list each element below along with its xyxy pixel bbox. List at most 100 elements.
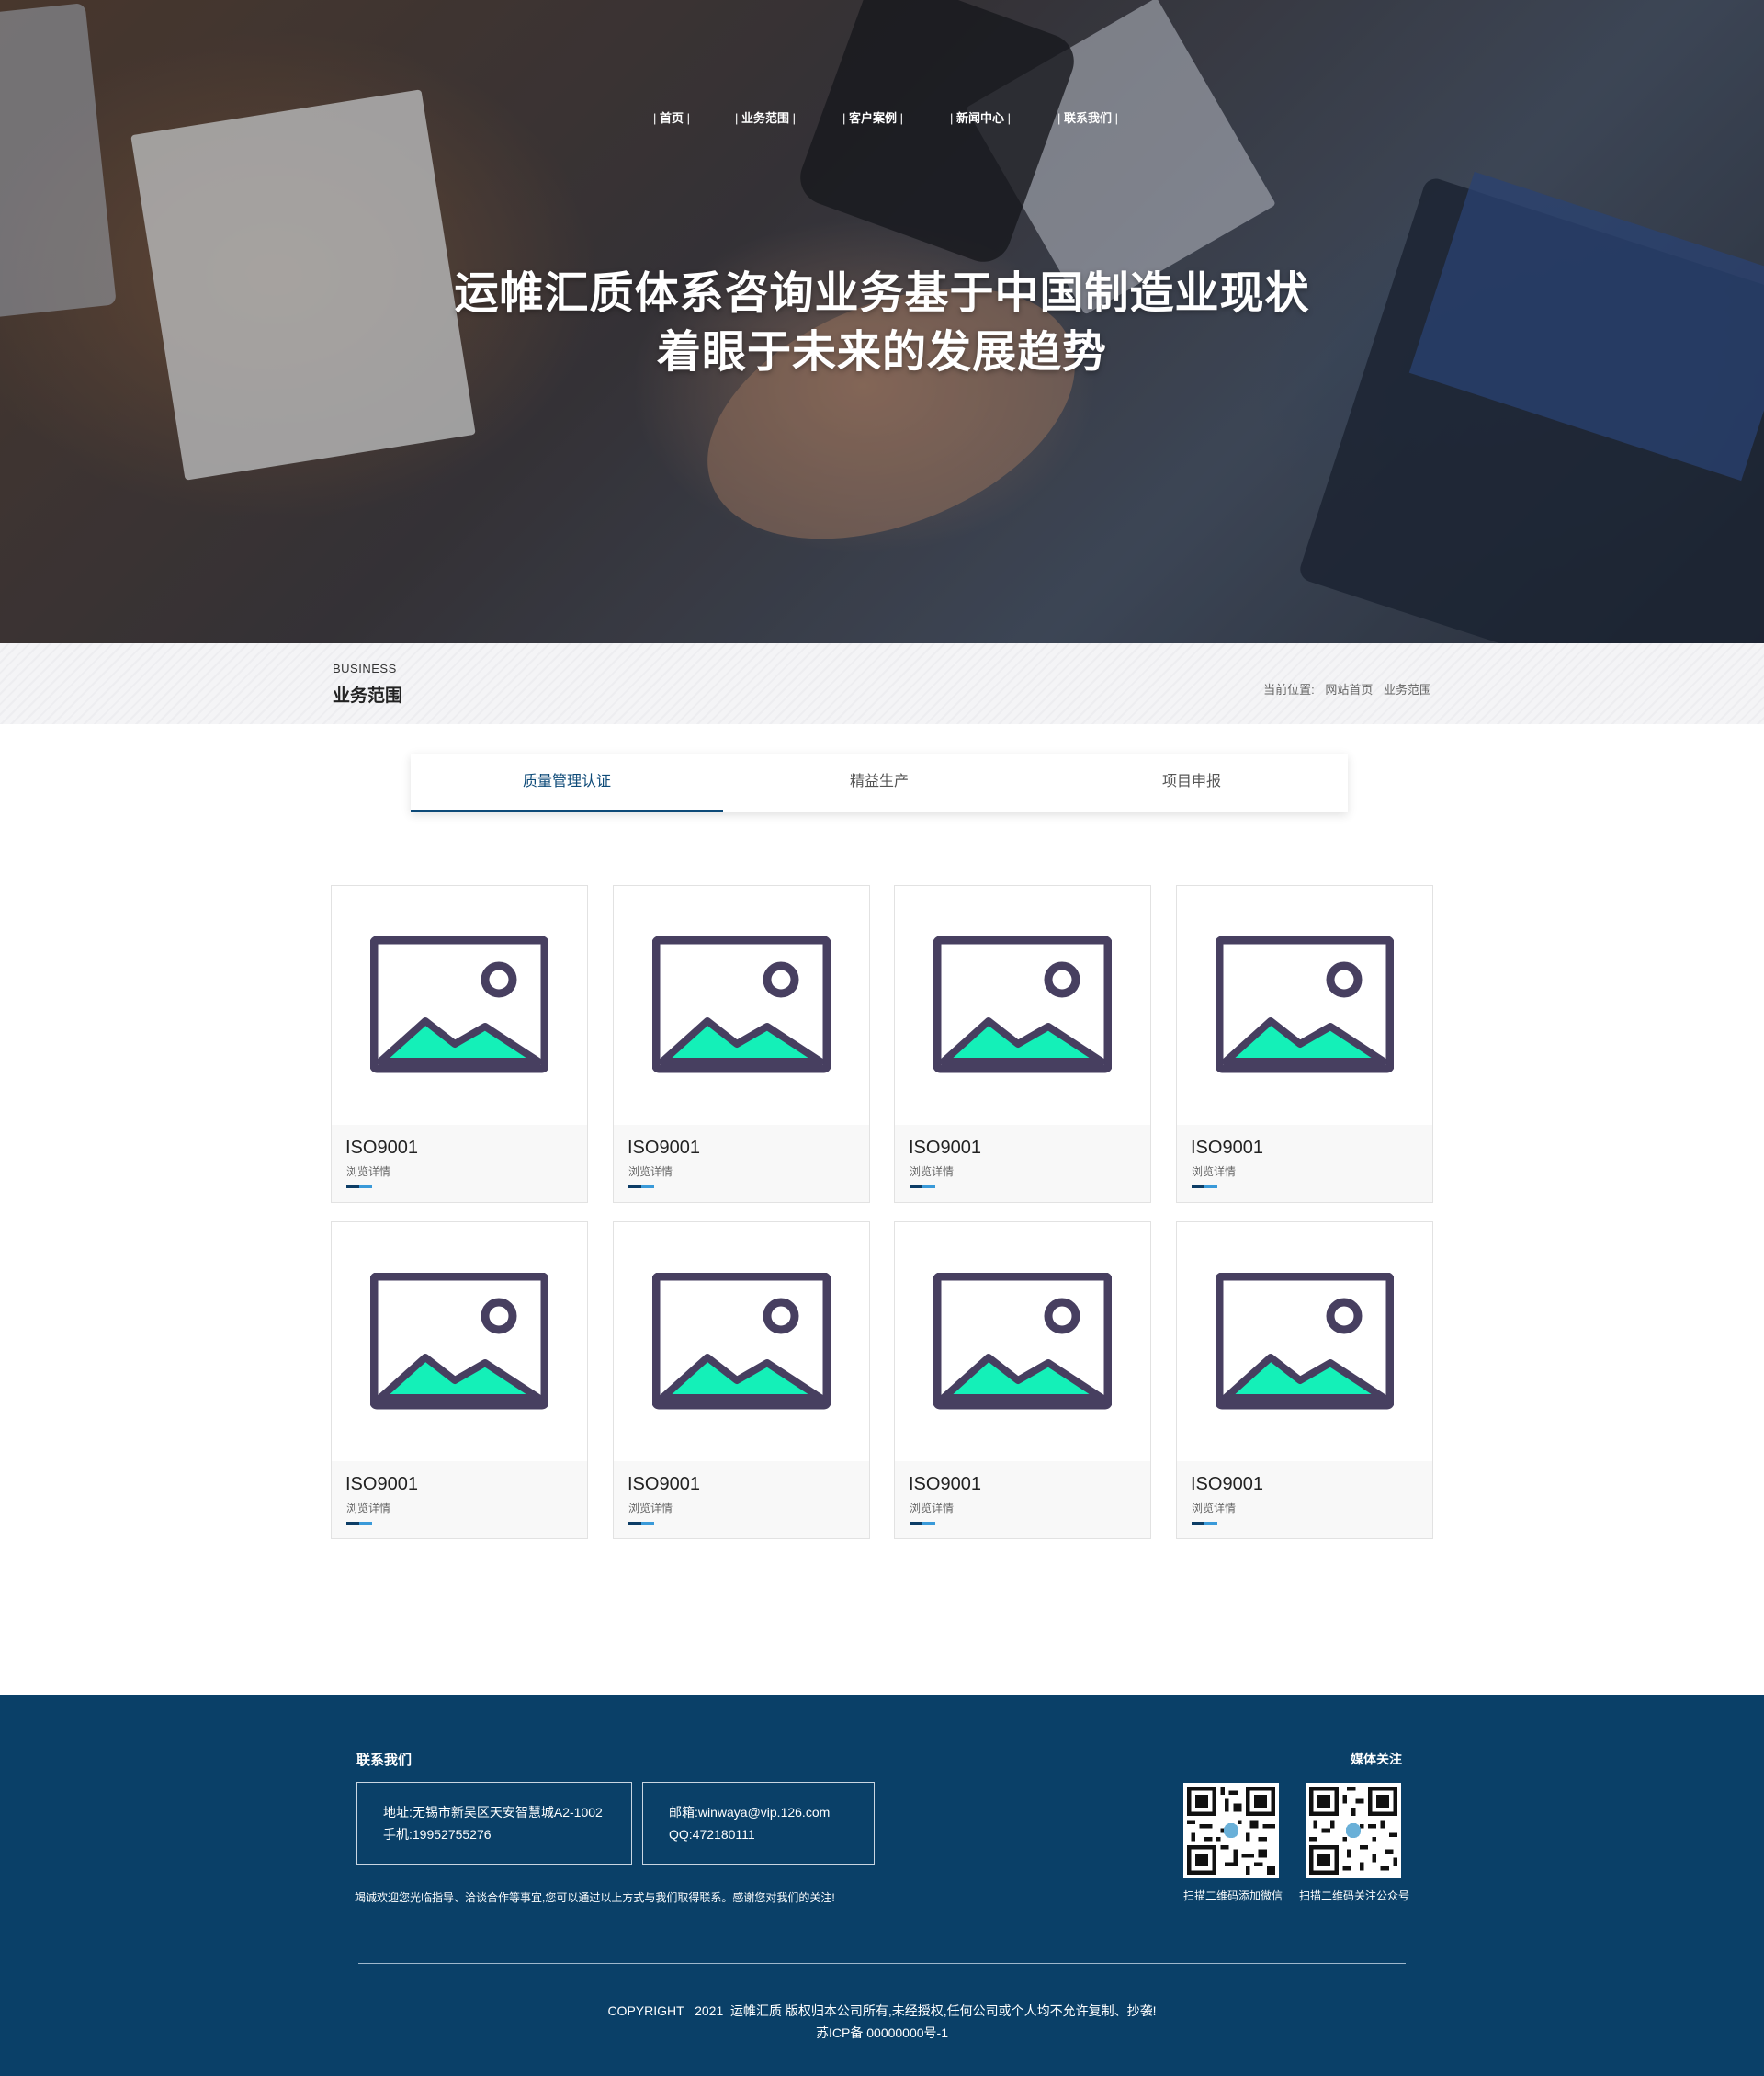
card-accent-line xyxy=(346,1522,372,1525)
nav-item-business[interactable]: | 业务范围 | xyxy=(729,108,801,125)
nav-item-label: 业务范围 xyxy=(741,111,790,125)
service-card[interactable]: ISO9001 浏览详情 xyxy=(331,885,588,1203)
card-accent-line xyxy=(1192,1185,1217,1188)
footer-contact-title: 联系我们 xyxy=(356,1753,413,1768)
card-detail-link[interactable]: 浏览详情 xyxy=(910,1500,954,1515)
image-placeholder-icon xyxy=(933,1273,1112,1410)
card-detail-link[interactable]: 浏览详情 xyxy=(1192,1500,1236,1515)
qr-code-icon xyxy=(1309,1787,1397,1875)
section-header-band: BUSINESS 业务范围 当前位置: 网站首页 业务范围 xyxy=(0,643,1764,724)
card-detail-link[interactable]: 浏览详情 xyxy=(346,1500,390,1515)
card-image xyxy=(332,1222,587,1461)
card-footer: ISO9001 浏览详情 xyxy=(1177,1461,1432,1538)
breadcrumb: 当前位置: 网站首页 业务范围 xyxy=(1260,680,1431,698)
breadcrumb-prefix: 当前位置: xyxy=(1263,683,1315,697)
service-card[interactable]: ISO9001 浏览详情 xyxy=(331,1221,588,1539)
card-title: ISO9001 xyxy=(628,1138,700,1158)
image-placeholder-icon xyxy=(1216,1273,1394,1410)
tab-lean-production[interactable]: 精益生产 xyxy=(723,754,1035,812)
qr-caption-wechat: 扫描二维码添加微信 xyxy=(1183,1889,1283,1902)
card-image xyxy=(614,886,869,1125)
service-card[interactable]: ISO9001 浏览详情 xyxy=(1176,1221,1433,1539)
nav-item-cases[interactable]: | 客户案例 | xyxy=(837,108,909,125)
card-footer: ISO9001 浏览详情 xyxy=(332,1125,587,1202)
breadcrumb-current-link[interactable]: 业务范围 xyxy=(1384,683,1431,697)
qr-code-official-account xyxy=(1306,1783,1401,1878)
card-accent-line xyxy=(910,1522,935,1525)
section-title: 业务范围 xyxy=(333,686,403,706)
service-card[interactable]: ISO9001 浏览详情 xyxy=(894,1221,1151,1539)
card-detail-link[interactable]: 浏览详情 xyxy=(628,1500,673,1515)
card-image xyxy=(895,886,1150,1125)
card-accent-line xyxy=(346,1185,372,1188)
hero-headline-line1: 运帷汇质体系咨询业务基于中国制造业现状 xyxy=(454,269,1310,318)
card-title: ISO9001 xyxy=(628,1474,700,1494)
card-footer: ISO9001 浏览详情 xyxy=(895,1461,1150,1538)
footer-copyright: COPYRIGHT 2021 运帷汇质 版权归本公司所有,未经授权,任何公司或个… xyxy=(607,2003,1157,2018)
category-tabs: 质量管理认证 精益生产 项目申报 xyxy=(411,754,1348,812)
site-footer: 联系我们 地址:无锡市新吴区天安智慧城A2-1002 手机:1995275527… xyxy=(0,1695,1764,2076)
card-title: ISO9001 xyxy=(345,1474,418,1494)
card-accent-line xyxy=(628,1185,654,1188)
tab-quality-certification[interactable]: 质量管理认证 xyxy=(411,754,723,812)
footer-email-box: 邮箱:winwaya@vip.126.com QQ:472180111 xyxy=(642,1782,875,1865)
breadcrumb-home-link[interactable]: 网站首页 xyxy=(1325,683,1373,697)
card-title: ISO9001 xyxy=(1191,1474,1263,1494)
tab-project-application[interactable]: 项目申报 xyxy=(1035,754,1348,812)
footer-email[interactable]: 邮箱:winwaya@vip.126.com xyxy=(669,1801,874,1823)
card-title: ISO9001 xyxy=(909,1138,981,1158)
hero-headline: 运帷汇质体系咨询业务基于中国制造业现状 着眼于未来的发展趋势 xyxy=(0,265,1764,382)
card-title: ISO9001 xyxy=(1191,1138,1263,1158)
image-placeholder-icon xyxy=(652,1273,831,1410)
card-image xyxy=(1177,886,1432,1125)
image-placeholder-icon xyxy=(1216,936,1394,1073)
nav-item-label: 客户案例 xyxy=(849,111,898,125)
card-accent-line xyxy=(628,1522,654,1525)
section-title-en: BUSINESS xyxy=(333,662,397,675)
footer-address: 地址:无锡市新吴区天安智慧城A2-1002 xyxy=(383,1805,603,1820)
card-footer: ISO9001 浏览详情 xyxy=(1177,1125,1432,1202)
card-footer: ISO9001 浏览详情 xyxy=(614,1125,869,1202)
qr-code-icon xyxy=(1187,1787,1275,1875)
hero-headline-line2: 着眼于未来的发展趋势 xyxy=(656,328,1107,377)
card-footer: ISO9001 浏览详情 xyxy=(332,1461,587,1538)
card-detail-link[interactable]: 浏览详情 xyxy=(628,1163,673,1179)
card-footer: ISO9001 浏览详情 xyxy=(895,1125,1150,1202)
nav-item-contact[interactable]: | 联系我们 | xyxy=(1052,108,1124,125)
service-card[interactable]: ISO9001 浏览详情 xyxy=(894,885,1151,1203)
nav-item-label: 新闻中心 xyxy=(956,111,1005,125)
image-placeholder-icon xyxy=(933,936,1112,1073)
qr-caption-official-account: 扫描二维码关注公众号 xyxy=(1299,1889,1410,1902)
card-footer: ISO9001 浏览详情 xyxy=(614,1461,869,1538)
service-card[interactable]: ISO9001 浏览详情 xyxy=(1176,885,1433,1203)
card-detail-link[interactable]: 浏览详情 xyxy=(910,1163,954,1179)
nav-item-home[interactable]: | 首页 | xyxy=(648,108,695,125)
card-image xyxy=(332,886,587,1125)
card-image xyxy=(895,1222,1150,1461)
card-detail-link[interactable]: 浏览详情 xyxy=(1192,1163,1236,1179)
nav-item-label: 首页 xyxy=(660,111,684,125)
card-accent-line xyxy=(910,1185,935,1188)
card-image xyxy=(614,1222,869,1461)
footer-phone: 手机:19952755276 xyxy=(383,1827,492,1842)
card-title: ISO9001 xyxy=(909,1474,981,1494)
footer-qq: QQ:472180111 xyxy=(669,1827,755,1842)
image-placeholder-icon xyxy=(370,1273,548,1410)
image-placeholder-icon xyxy=(652,936,831,1073)
image-placeholder-icon xyxy=(370,936,548,1073)
card-image xyxy=(1177,1222,1432,1461)
card-title: ISO9001 xyxy=(345,1138,418,1158)
service-card[interactable]: ISO9001 浏览详情 xyxy=(613,885,870,1203)
footer-divider xyxy=(358,1963,1406,1964)
card-detail-link[interactable]: 浏览详情 xyxy=(346,1163,390,1179)
qr-code-wechat xyxy=(1183,1783,1279,1878)
nav-item-news[interactable]: | 新闻中心 | xyxy=(944,108,1016,125)
card-accent-line xyxy=(1192,1522,1217,1525)
nav-item-label: 联系我们 xyxy=(1064,111,1113,125)
service-card[interactable]: ISO9001 浏览详情 xyxy=(613,1221,870,1539)
footer-icp[interactable]: 苏ICP备 00000000号-1 xyxy=(0,2024,1764,2042)
footer-address-box: 地址:无锡市新吴区天安智慧城A2-1002 手机:19952755276 xyxy=(356,1782,632,1865)
footer-media-title: 媒体关注 xyxy=(1351,1752,1402,1766)
footer-note: 竭诚欢迎您光临指导、洽谈合作等事宜,您可以通过以上方式与我们取得联系。感谢您对我… xyxy=(355,1891,835,1904)
hero-banner: | 首页 | | 业务范围 | | 客户案例 | | 新闻中心 | | 联系我们… xyxy=(0,0,1764,643)
